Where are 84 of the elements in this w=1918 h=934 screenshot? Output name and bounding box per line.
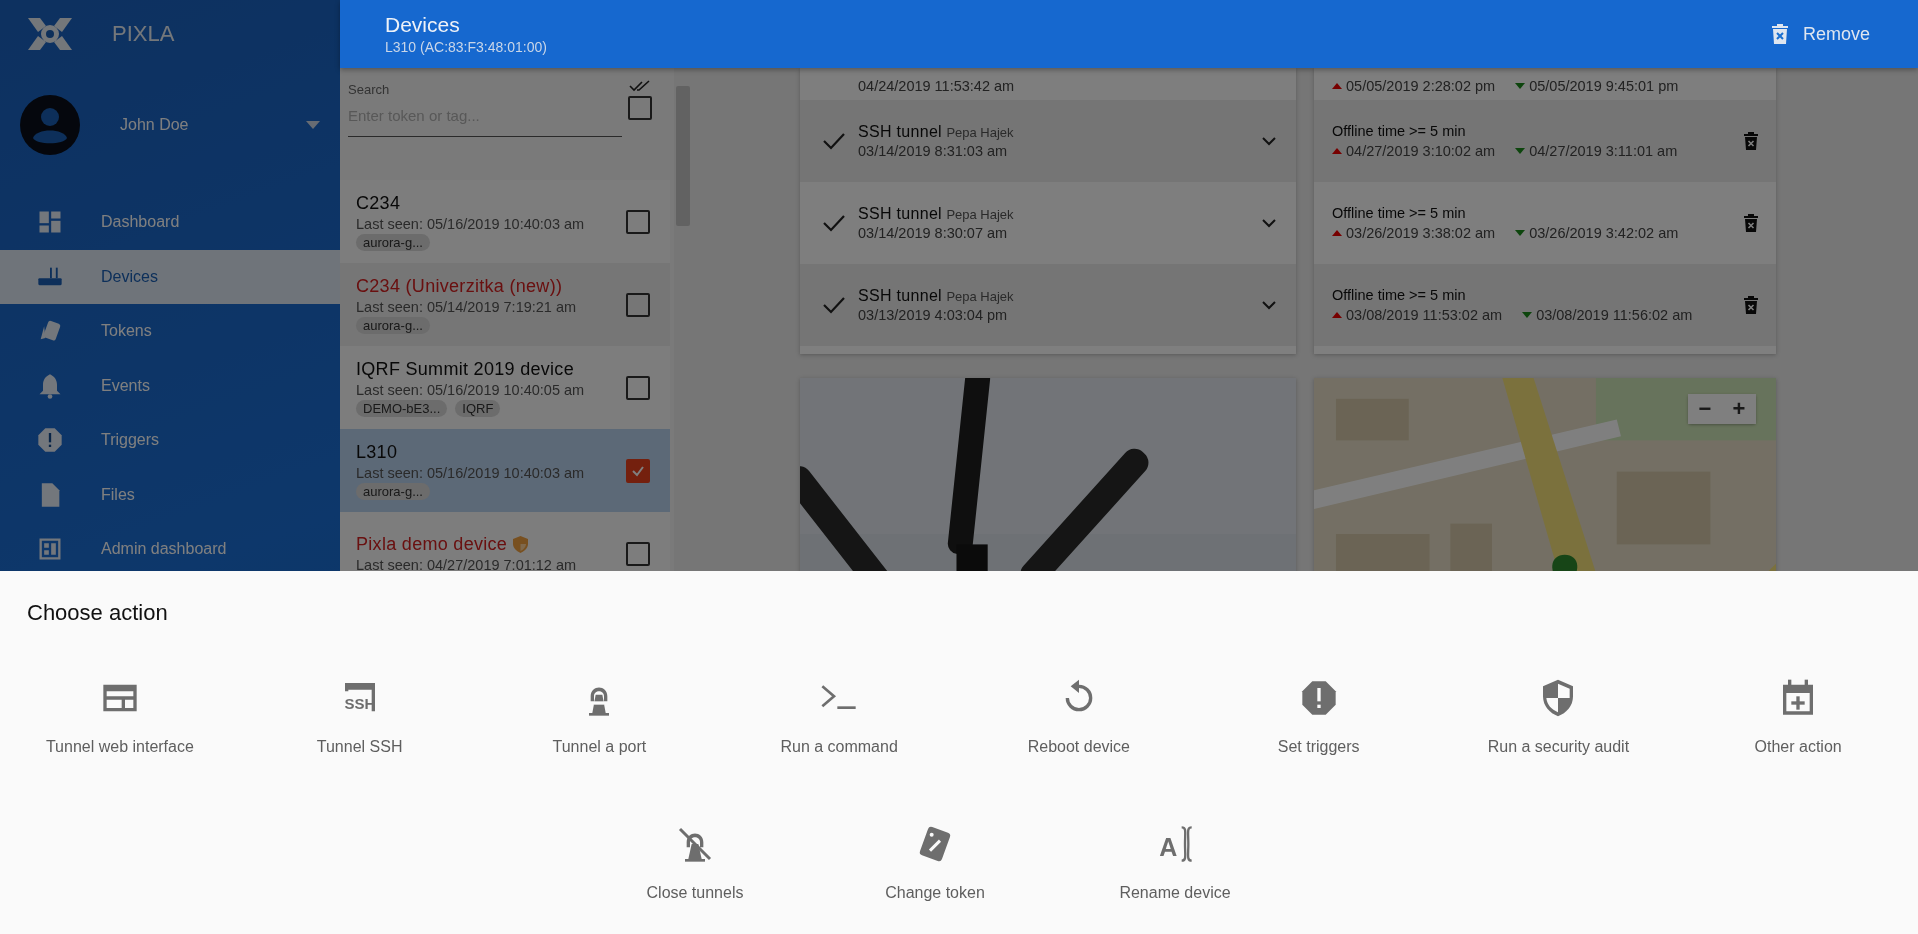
- device-name: L310: [356, 441, 398, 463]
- zoom-in-button[interactable]: +: [1722, 394, 1756, 424]
- search-label: Search: [348, 82, 391, 97]
- rise-time: 03/08/2019 11:53:02 am: [1332, 307, 1503, 323]
- alert-icon: [36, 426, 64, 455]
- check-icon: [822, 295, 846, 315]
- fall-time: 03/08/2019 11:56:02 am: [1522, 307, 1693, 323]
- device-item[interactable]: C234 (Univerzitka (new)) Last seen: 05/14/2019 7:19:21 am aurora-g...: [340, 263, 670, 346]
- device-checkbox[interactable]: [626, 209, 650, 234]
- event-user: Pepa Hajek: [946, 289, 1014, 304]
- tag-chip: aurora-g...: [356, 233, 430, 251]
- rise-time: 05/05/2019 2:28:02 pm: [1332, 78, 1496, 94]
- action-item[interactable]: Reboot device: [959, 678, 1199, 756]
- chevron-down-icon[interactable]: [1262, 300, 1276, 310]
- nav-item[interactable]: Events: [0, 358, 340, 413]
- action-item[interactable]: Tunnel a port: [479, 678, 720, 756]
- check-icon: [822, 131, 846, 151]
- trigger-condition: Offline time >= 5 min: [1332, 287, 1467, 303]
- event-time: 03/13/2019 4:03:04 pm: [858, 307, 1009, 323]
- event-user: Pepa Hajek: [946, 207, 1014, 222]
- last-seen-text: Last seen: 05/16/2019 10:40:03 am: [356, 464, 585, 481]
- delete-icon[interactable]: [1744, 296, 1758, 314]
- event-title: SSH tunnel: [858, 205, 942, 222]
- delete-icon[interactable]: [1744, 214, 1758, 232]
- nav-item[interactable]: Devices: [0, 249, 340, 304]
- action-item[interactable]: Tunnel web interface: [0, 678, 240, 756]
- delete-icon[interactable]: [1744, 132, 1758, 150]
- caret-icon[interactable]: [306, 121, 320, 129]
- zoom-out-button[interactable]: −: [1688, 394, 1722, 424]
- trigger-condition: Offline time >= 5 min: [1332, 123, 1467, 139]
- app-name: PIXLA: [112, 21, 175, 47]
- device-name: C234 (Univerzitka (new)): [356, 275, 563, 297]
- event-title: SSH tunnel: [858, 123, 942, 140]
- last-seen-text: Last seen: 04/27/2019 7:01:12 am: [356, 557, 577, 573]
- device-checkbox[interactable]: [626, 292, 650, 317]
- action-item[interactable]: Set triggers: [1198, 678, 1439, 756]
- action-item[interactable]: Close tunnels: [575, 824, 815, 902]
- event-title: SSH tunnel: [858, 287, 942, 304]
- event-time: 04/24/2019 11:53:42 am: [858, 78, 1016, 94]
- select-all-checkbox[interactable]: [628, 96, 652, 120]
- fall-time: 05/05/2019 9:45:01 pm: [1515, 78, 1679, 94]
- nav-item[interactable]: Files: [0, 467, 340, 522]
- tag-chip: aurora-g...: [356, 482, 430, 500]
- device-subtitle: L310 (AC:83:F3:48:01:00): [385, 39, 547, 55]
- device-checkbox[interactable]: [626, 375, 650, 400]
- device-name: C234: [356, 192, 401, 214]
- last-seen-text: Last seen: 05/14/2019 7:19:21 am: [356, 298, 577, 315]
- last-seen-text: Last seen: 05/16/2019 10:40:03 am: [356, 215, 585, 232]
- action-item[interactable]: Run a command: [719, 678, 959, 756]
- page-title: Devices: [385, 13, 461, 37]
- device-name: Pixla demo device: [356, 534, 508, 555]
- event-time: 03/14/2019 8:31:03 am: [858, 143, 1009, 159]
- fall-time: 04/27/2019 3:11:01 am: [1515, 143, 1678, 159]
- double-check-icon: [629, 80, 651, 92]
- shield-icon: [513, 536, 529, 553]
- chevron-down-icon[interactable]: [1262, 136, 1276, 146]
- check-icon: [822, 213, 846, 233]
- avatar-icon: [20, 95, 80, 155]
- trash-icon: [1770, 23, 1789, 45]
- nav-item[interactable]: Dashboard: [0, 195, 340, 250]
- action-item[interactable]: Other action: [1678, 678, 1918, 756]
- nav-item[interactable]: Tokens: [0, 304, 340, 359]
- fall-time: 03/26/2019 3:42:02 am: [1515, 225, 1679, 241]
- device-item[interactable]: L310 Last seen: 05/16/2019 10:40:03 am aurora-g...: [340, 429, 670, 512]
- remove-button[interactable]: Remove: [1762, 15, 1878, 53]
- device-checkbox[interactable]: [626, 541, 650, 566]
- trigger-condition: Offline time >= 5 min: [1332, 205, 1467, 221]
- tag-chip: DEMO-bE3...: [356, 399, 448, 417]
- sheet-title: Choose action: [27, 600, 169, 626]
- tag-chip: aurora-g...: [356, 316, 430, 334]
- action-item[interactable]: Run a security audit: [1438, 678, 1679, 756]
- user-name[interactable]: John Doe: [120, 116, 266, 134]
- device-name: IQRF Summit 2019 device: [356, 358, 574, 380]
- chevron-down-icon[interactable]: [1262, 218, 1276, 228]
- last-seen-text: Last seen: 05/16/2019 10:40:05 am: [356, 381, 585, 398]
- rise-time: 03/26/2019 3:38:02 am: [1332, 225, 1496, 241]
- event-time: 03/14/2019 8:30:07 am: [858, 225, 1009, 241]
- rise-time: 04/27/2019 3:10:02 am: [1332, 143, 1496, 159]
- action-item[interactable]: A Rename device: [1055, 824, 1295, 902]
- action-item[interactable]: Change token: [815, 824, 1055, 902]
- device-checkbox[interactable]: [626, 458, 650, 483]
- event-user: Pepa Hajek: [946, 125, 1014, 140]
- tag-chip: IQRF: [455, 399, 501, 417]
- nav-item[interactable]: Triggers: [0, 413, 340, 468]
